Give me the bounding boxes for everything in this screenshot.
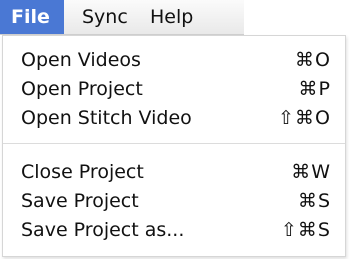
- menu-item-open-videos[interactable]: Open Videos ⌘O: [3, 46, 345, 75]
- menu-item-save-project[interactable]: Save Project ⌘S: [3, 187, 345, 216]
- menu-item-shortcut: ⇧⌘O: [278, 107, 331, 129]
- menu-item-label: Open Stitch Video: [21, 107, 192, 129]
- menu-separator: [3, 143, 345, 144]
- menu-item-shortcut: ⇧⌘S: [281, 219, 331, 241]
- file-dropdown-menu: Open Videos ⌘O Open Project ⌘P Open Stit…: [2, 35, 346, 257]
- menu-item-label: Open Videos: [21, 49, 141, 71]
- menu-item-label: Save Project: [21, 190, 139, 212]
- menu-item-label: Save Project as...: [21, 219, 185, 241]
- menu-item-label: Open Project: [21, 78, 143, 100]
- menu-item-shortcut: ⌘S: [297, 190, 331, 212]
- menu-item-save-project-as[interactable]: Save Project as... ⇧⌘S: [3, 216, 345, 245]
- app-canvas: File Sync Help Open Videos ⌘O Open Proje…: [0, 0, 351, 259]
- menu-file[interactable]: File: [0, 0, 64, 34]
- menu-item-label: Close Project: [21, 161, 144, 183]
- menu-item-shortcut: ⌘P: [298, 78, 331, 100]
- menu-sync[interactable]: Sync: [82, 0, 128, 34]
- menu-item-open-stitch-video[interactable]: Open Stitch Video ⇧⌘O: [3, 104, 345, 133]
- menu-item-shortcut: ⌘W: [291, 161, 331, 183]
- menu-bar: File Sync Help: [0, 0, 244, 35]
- menu-help[interactable]: Help: [150, 0, 193, 34]
- menu-item-shortcut: ⌘O: [295, 49, 331, 71]
- menu-item-open-project[interactable]: Open Project ⌘P: [3, 75, 345, 104]
- menu-item-close-project[interactable]: Close Project ⌘W: [3, 158, 345, 187]
